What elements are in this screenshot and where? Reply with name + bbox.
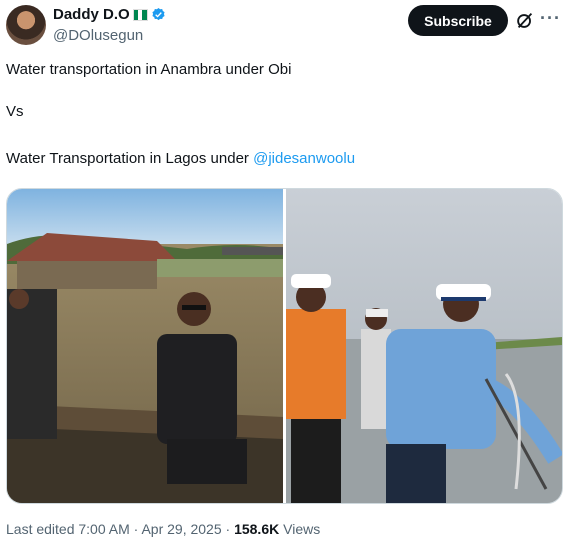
tweet-line-2: Vs bbox=[6, 103, 24, 120]
nigeria-flag-icon bbox=[132, 8, 148, 21]
avatar[interactable] bbox=[6, 5, 46, 45]
author-display-name[interactable]: Daddy D.O bbox=[53, 6, 130, 23]
meta-separator: · bbox=[133, 521, 139, 537]
mention-link[interactable]: @jidesanwoolu bbox=[253, 150, 355, 167]
views-count: 158.6K bbox=[234, 521, 280, 537]
grok-icon[interactable] bbox=[514, 10, 536, 32]
tweet-meta: Last edited 7:00 AM · Apr 29, 2025 · 158… bbox=[6, 521, 320, 537]
views-label: Views bbox=[283, 521, 321, 537]
subscribe-button[interactable]: Subscribe bbox=[408, 5, 508, 36]
more-icon[interactable]: ··· bbox=[540, 8, 561, 29]
tweet-date[interactable]: Apr 29, 2025 bbox=[141, 521, 221, 537]
tweet-line-3: Water Transportation in Lagos under @jid… bbox=[6, 149, 566, 169]
author-block: Daddy D.O @DOlusegun bbox=[53, 6, 166, 44]
photo-officials-on-boat[interactable] bbox=[286, 189, 562, 503]
author-handle[interactable]: @DOlusegun bbox=[53, 27, 166, 44]
meta-separator-2: · bbox=[225, 521, 231, 537]
last-edited-link[interactable]: Last edited 7:00 AM bbox=[6, 521, 130, 537]
photo-canoe-flooded-area[interactable] bbox=[7, 189, 283, 503]
tweet-line-3-text: Water Transportation in Lagos under bbox=[6, 150, 254, 167]
media-grid bbox=[6, 188, 563, 504]
tweet-line-1: Water transportation in Anambra under Ob… bbox=[6, 61, 292, 78]
tweet-text: Water transportation in Anambra under Ob… bbox=[6, 60, 566, 169]
verified-badge-icon bbox=[152, 7, 165, 21]
